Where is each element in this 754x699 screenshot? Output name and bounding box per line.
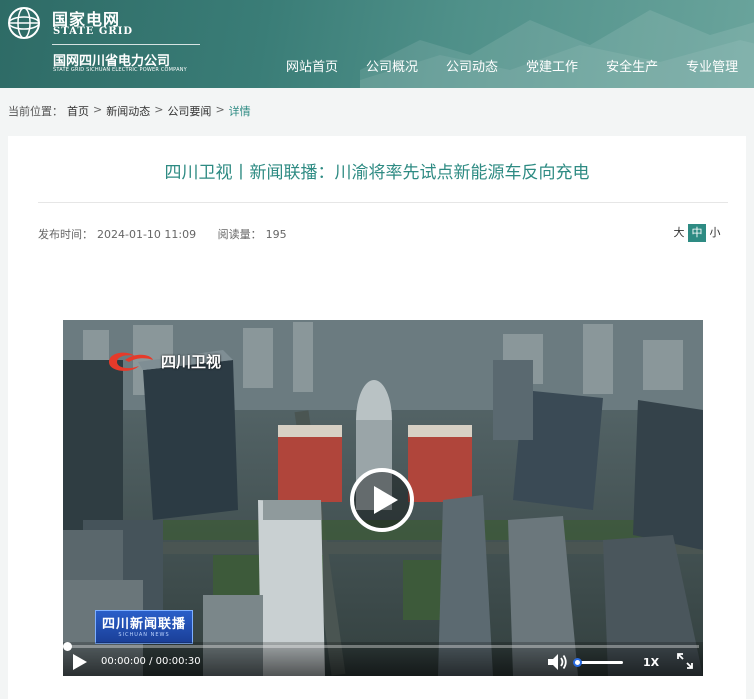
nav-item-party[interactable]: 党建工作: [526, 56, 578, 75]
breadcrumb-news[interactable]: 新闻动态: [106, 103, 150, 119]
publish-label: 发布时间：: [38, 228, 93, 241]
channel-logo: 四川卫视: [105, 348, 221, 374]
site-header: 国家电网 STATE GRID 国网四川省电力公司 STATE GRID SIC…: [0, 0, 754, 88]
nav-item-overview[interactable]: 公司概况: [366, 56, 418, 75]
breadcrumb-current: 详情: [228, 105, 251, 118]
article-meta: 发布时间： 2024-01-10 11:09 阅读量： 195: [38, 226, 291, 242]
font-size-small[interactable]: 小: [706, 224, 724, 242]
progress-bar[interactable]: [63, 642, 699, 651]
nav-item-news[interactable]: 公司动态: [446, 56, 498, 75]
font-size-switcher: 大 中 小: [670, 224, 724, 242]
volume-slider[interactable]: [573, 658, 623, 667]
video-controls: 00:00:00 / 00:00:30 1X: [63, 642, 703, 676]
main-nav: 网站首页 公司概况 公司动态 党建工作 安全生产 专业管理: [286, 56, 738, 75]
volume-icon[interactable]: [548, 653, 568, 671]
reads-count: 195: [265, 228, 287, 241]
breadcrumb-separator: >: [93, 103, 103, 116]
fullscreen-icon[interactable]: [677, 653, 693, 669]
font-size-medium[interactable]: 中: [688, 224, 706, 242]
breadcrumb-home[interactable]: 首页: [67, 103, 89, 119]
playback-speed[interactable]: 1X: [643, 656, 659, 669]
nav-item-safety[interactable]: 安全生产: [606, 56, 658, 75]
article-title: 四川卫视丨新闻联播：川渝将率先试点新能源车反向充电: [164, 163, 590, 183]
brand-divider: [52, 44, 200, 45]
state-grid-logo-icon[interactable]: [8, 7, 40, 39]
brand-name-en: STATE GRID: [53, 26, 134, 37]
play-icon: [374, 486, 398, 514]
font-size-large[interactable]: 大: [670, 224, 688, 242]
program-logo-text: 四川新闻联播: [101, 617, 186, 632]
channel-name: 四川卫视: [161, 352, 222, 371]
publish-time: 2024-01-10 11:09: [97, 228, 197, 241]
play-button[interactable]: [350, 468, 414, 532]
reads-label: 阅读量：: [217, 228, 262, 241]
article-card: 四川卫视丨新闻联播：川渝将率先试点新能源车反向充电 发布时间： 2024-01-1…: [8, 136, 746, 699]
video-player[interactable]: 四川卫视 四川新闻联播 SICHUAN NEWS 00:00:00 / 00:0…: [63, 320, 703, 676]
program-logo-en: SICHUAN NEWS: [118, 632, 170, 638]
sichuan-tv-swirl-icon: [109, 352, 153, 371]
breadcrumb-separator: >: [215, 103, 225, 116]
company-name-en: STATE GRID SICHUAN ELECTRIC POWER COMPAN…: [53, 67, 187, 73]
nav-item-management[interactable]: 专业管理: [686, 56, 738, 75]
breadcrumb-prefix: 当前位置：: [8, 105, 63, 118]
progress-handle[interactable]: [63, 642, 72, 651]
breadcrumb-separator: >: [154, 103, 164, 116]
volume-handle[interactable]: [573, 658, 582, 667]
time-display: 00:00:00 / 00:00:30: [101, 656, 201, 667]
nav-item-home[interactable]: 网站首页: [286, 56, 338, 75]
title-divider: [38, 202, 728, 203]
control-play-icon[interactable]: [73, 654, 87, 670]
program-logo: 四川新闻联播 SICHUAN NEWS: [95, 610, 193, 644]
breadcrumb-company-news[interactable]: 公司要闻: [167, 103, 211, 119]
breadcrumb: 当前位置： 首页 > 新闻动态 > 公司要闻 > 详情: [8, 103, 251, 119]
